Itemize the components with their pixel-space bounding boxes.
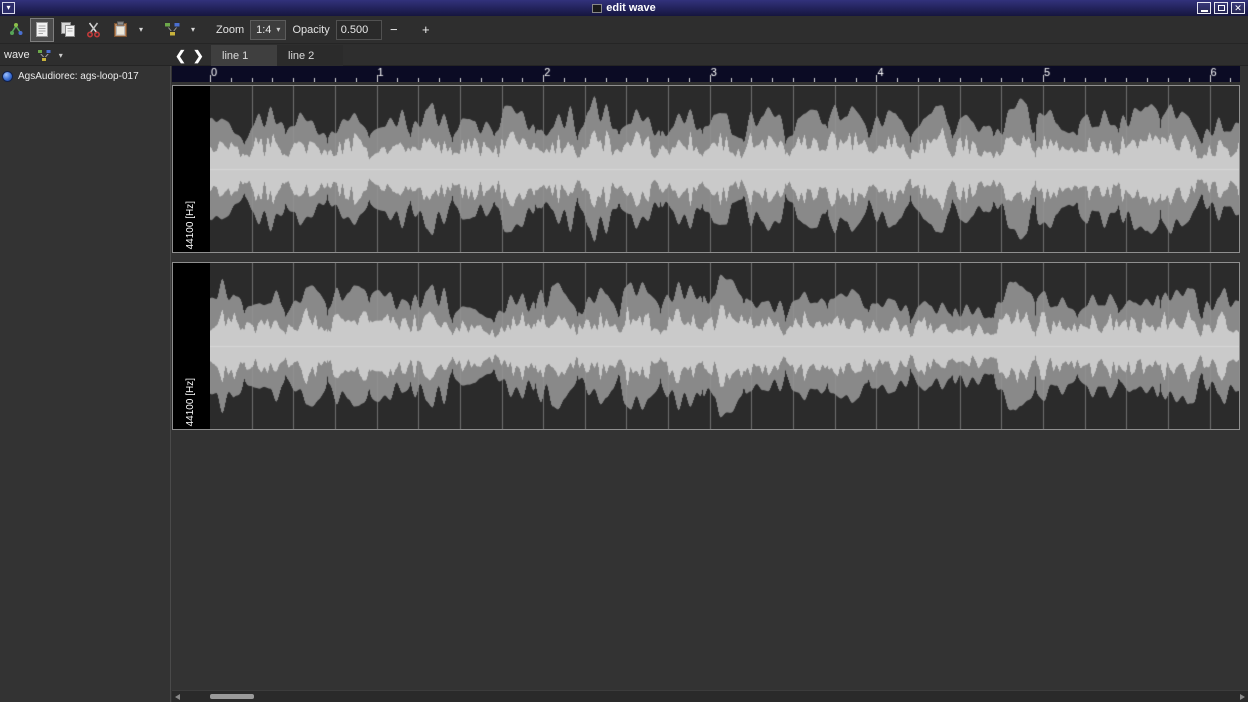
minus-icon: −: [390, 22, 398, 37]
copy-pages-icon: [60, 21, 77, 38]
node-graph-icon: [37, 49, 52, 62]
clipboard-icon: [113, 21, 128, 38]
scrollbar-thumb[interactable]: [210, 694, 254, 699]
tool-menu-button[interactable]: ▾: [186, 18, 200, 42]
window-title-area: edit wave: [0, 0, 1248, 16]
horizontal-scrollbar[interactable]: [172, 690, 1248, 702]
select-tool-button[interactable]: [30, 18, 54, 42]
opacity-decrease-button[interactable]: −: [384, 20, 404, 40]
plus-icon: +: [422, 22, 430, 37]
next-line-button[interactable]: ❯: [193, 49, 204, 62]
timeline-ruler[interactable]: [172, 66, 1240, 82]
wave-selector[interactable]: wave ▾: [4, 44, 63, 66]
wave-nav-row: wave ▾ ❮ ❯ line 1 line 2: [0, 44, 1248, 66]
zoom-value: 1:4: [256, 24, 271, 36]
machine-radio-row[interactable]: AgsAudiorec: ags-loop-017: [0, 66, 170, 82]
prev-line-button[interactable]: ❮: [175, 49, 186, 62]
window-icon: [592, 4, 602, 13]
tab-label: line 1: [222, 50, 248, 62]
opacity-label: Opacity: [288, 24, 333, 36]
opacity-increase-button[interactable]: +: [416, 20, 436, 40]
paste-button[interactable]: [108, 18, 132, 42]
tool-popup-button[interactable]: [160, 18, 184, 42]
edit-tool-menu-button[interactable]: ▾: [134, 18, 148, 42]
wave-row: 44100 [Hz]: [172, 85, 1240, 253]
close-icon: ✕: [1234, 4, 1242, 13]
waveform-canvas[interactable]: [210, 263, 1239, 429]
tab-label: line 2: [288, 50, 314, 62]
samplerate-label: 44100 [Hz]: [185, 201, 196, 249]
maximize-icon: [1218, 5, 1225, 11]
machine-sidebar: AgsAudiorec: ags-loop-017: [0, 66, 171, 702]
line-pager: ❮ ❯: [175, 44, 204, 66]
window-title: edit wave: [606, 2, 656, 14]
titlebar[interactable]: ▾ edit wave ✕: [0, 0, 1248, 16]
window-controls: ✕: [1197, 2, 1245, 14]
tab-line-1[interactable]: line 1: [211, 45, 277, 66]
node-graph-icon: [164, 22, 181, 37]
line-tabs: line 1 line 2: [211, 45, 343, 66]
close-button[interactable]: ✕: [1231, 2, 1245, 14]
chevron-down-icon: ▾: [276, 25, 280, 34]
opacity-input[interactable]: [336, 20, 382, 40]
chevron-down-icon: ▾: [139, 25, 143, 34]
scroll-right-icon[interactable]: [1240, 694, 1245, 700]
window-menu-button[interactable]: ▾: [2, 2, 15, 14]
scissors-icon: [86, 21, 102, 38]
minimize-icon: [1201, 10, 1208, 12]
cut-button[interactable]: [82, 18, 106, 42]
wave-row: 44100 [Hz]: [172, 262, 1240, 430]
samplerate-label: 44100 [Hz]: [185, 378, 196, 426]
chevron-down-icon: ▾: [191, 25, 195, 34]
rate-strip: 44100 [Hz]: [173, 263, 210, 429]
copy-button[interactable]: [56, 18, 80, 42]
window-menu-arrow-icon: ▾: [6, 4, 10, 12]
scroll-left-icon[interactable]: [175, 694, 180, 700]
waveform-canvas[interactable]: [210, 86, 1239, 252]
chevron-down-icon: ▾: [59, 51, 63, 60]
radio-selected-icon[interactable]: [2, 71, 13, 82]
maximize-button[interactable]: [1214, 2, 1228, 14]
wave-toolbar: ▾ ▾ Zoom 1:4 ▾ Opacity − +: [0, 16, 1248, 44]
position-cursor-button[interactable]: [4, 18, 28, 42]
minimize-button[interactable]: [1197, 2, 1211, 14]
rate-strip: 44100 [Hz]: [173, 86, 210, 252]
wave-label: wave: [4, 49, 30, 61]
zoom-combo[interactable]: 1:4 ▾: [250, 20, 286, 40]
tab-line-2[interactable]: line 2: [277, 45, 343, 66]
select-document-icon: [35, 21, 49, 38]
zoom-label: Zoom: [212, 24, 248, 36]
wave-edit-area: 44100 [Hz] 44100 [Hz]: [172, 66, 1248, 702]
machine-label: AgsAudiorec: ags-loop-017: [18, 71, 139, 82]
position-cursor-icon: [8, 21, 25, 38]
